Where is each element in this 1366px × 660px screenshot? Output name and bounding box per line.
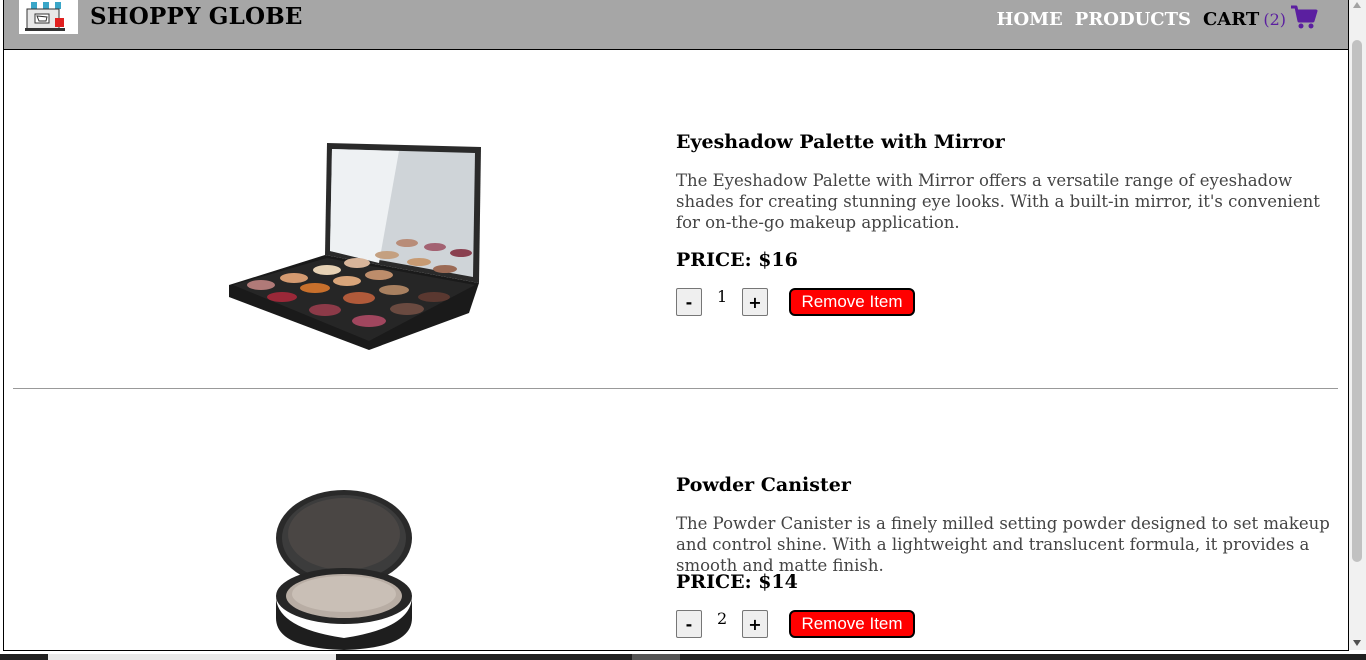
increase-quantity-button[interactable]: + bbox=[742, 610, 768, 638]
scroll-down-arrow-icon[interactable] bbox=[1353, 640, 1361, 646]
vertical-scrollbar[interactable] bbox=[1349, 0, 1366, 650]
product-title: Powder Canister bbox=[676, 474, 851, 496]
decrease-quantity-button[interactable]: - bbox=[676, 288, 702, 316]
product-image bbox=[219, 135, 509, 360]
nav-home-link[interactable]: HOME bbox=[996, 9, 1062, 30]
taskbar-segment bbox=[632, 654, 680, 660]
brand-name[interactable]: SHOPPY GLOBE bbox=[90, 3, 303, 30]
product-title: Eyeshadow Palette with Mirror bbox=[676, 131, 1005, 153]
product-description: The Powder Canister is a finely milled s… bbox=[676, 514, 1330, 575]
increase-quantity-button[interactable]: + bbox=[742, 288, 768, 316]
quantity-value: 2 bbox=[717, 609, 728, 628]
cart-icon bbox=[1290, 4, 1318, 35]
cart-count: (2) bbox=[1263, 10, 1286, 29]
nav-cart-link[interactable]: CART (2) bbox=[1203, 4, 1318, 35]
quantity-value: 1 bbox=[717, 287, 728, 306]
scroll-thumb[interactable] bbox=[1352, 40, 1362, 562]
product-price: PRICE: $14 bbox=[676, 571, 798, 593]
cart-item: Powder Canister The Powder Canister is a… bbox=[4, 390, 1348, 650]
scroll-up-arrow-icon[interactable] bbox=[1353, 2, 1361, 8]
cart-item: Eyeshadow Palette with Mirror The Eyesha… bbox=[4, 50, 1348, 390]
os-taskbar bbox=[0, 654, 1366, 660]
nav-products-link[interactable]: PRODUCTS bbox=[1075, 9, 1191, 30]
site-header: SHOPPY GLOBE HOME PRODUCTS CART (2) bbox=[4, 0, 1348, 50]
remove-item-button[interactable]: Remove Item bbox=[789, 288, 915, 316]
item-divider bbox=[13, 388, 1338, 389]
product-description: The Eyeshadow Palette with Mirror offers… bbox=[676, 171, 1320, 232]
store-logo[interactable] bbox=[19, 0, 78, 34]
remove-item-button[interactable]: Remove Item bbox=[789, 610, 915, 638]
main-nav: HOME PRODUCTS CART (2) bbox=[996, 4, 1318, 35]
page-frame: SHOPPY GLOBE HOME PRODUCTS CART (2) Eyes… bbox=[3, 0, 1349, 651]
cart-label: CART bbox=[1202, 9, 1260, 30]
product-image bbox=[264, 488, 419, 650]
decrease-quantity-button[interactable]: - bbox=[676, 610, 702, 638]
product-price: PRICE: $16 bbox=[676, 249, 798, 271]
taskbar-segment bbox=[48, 654, 336, 660]
